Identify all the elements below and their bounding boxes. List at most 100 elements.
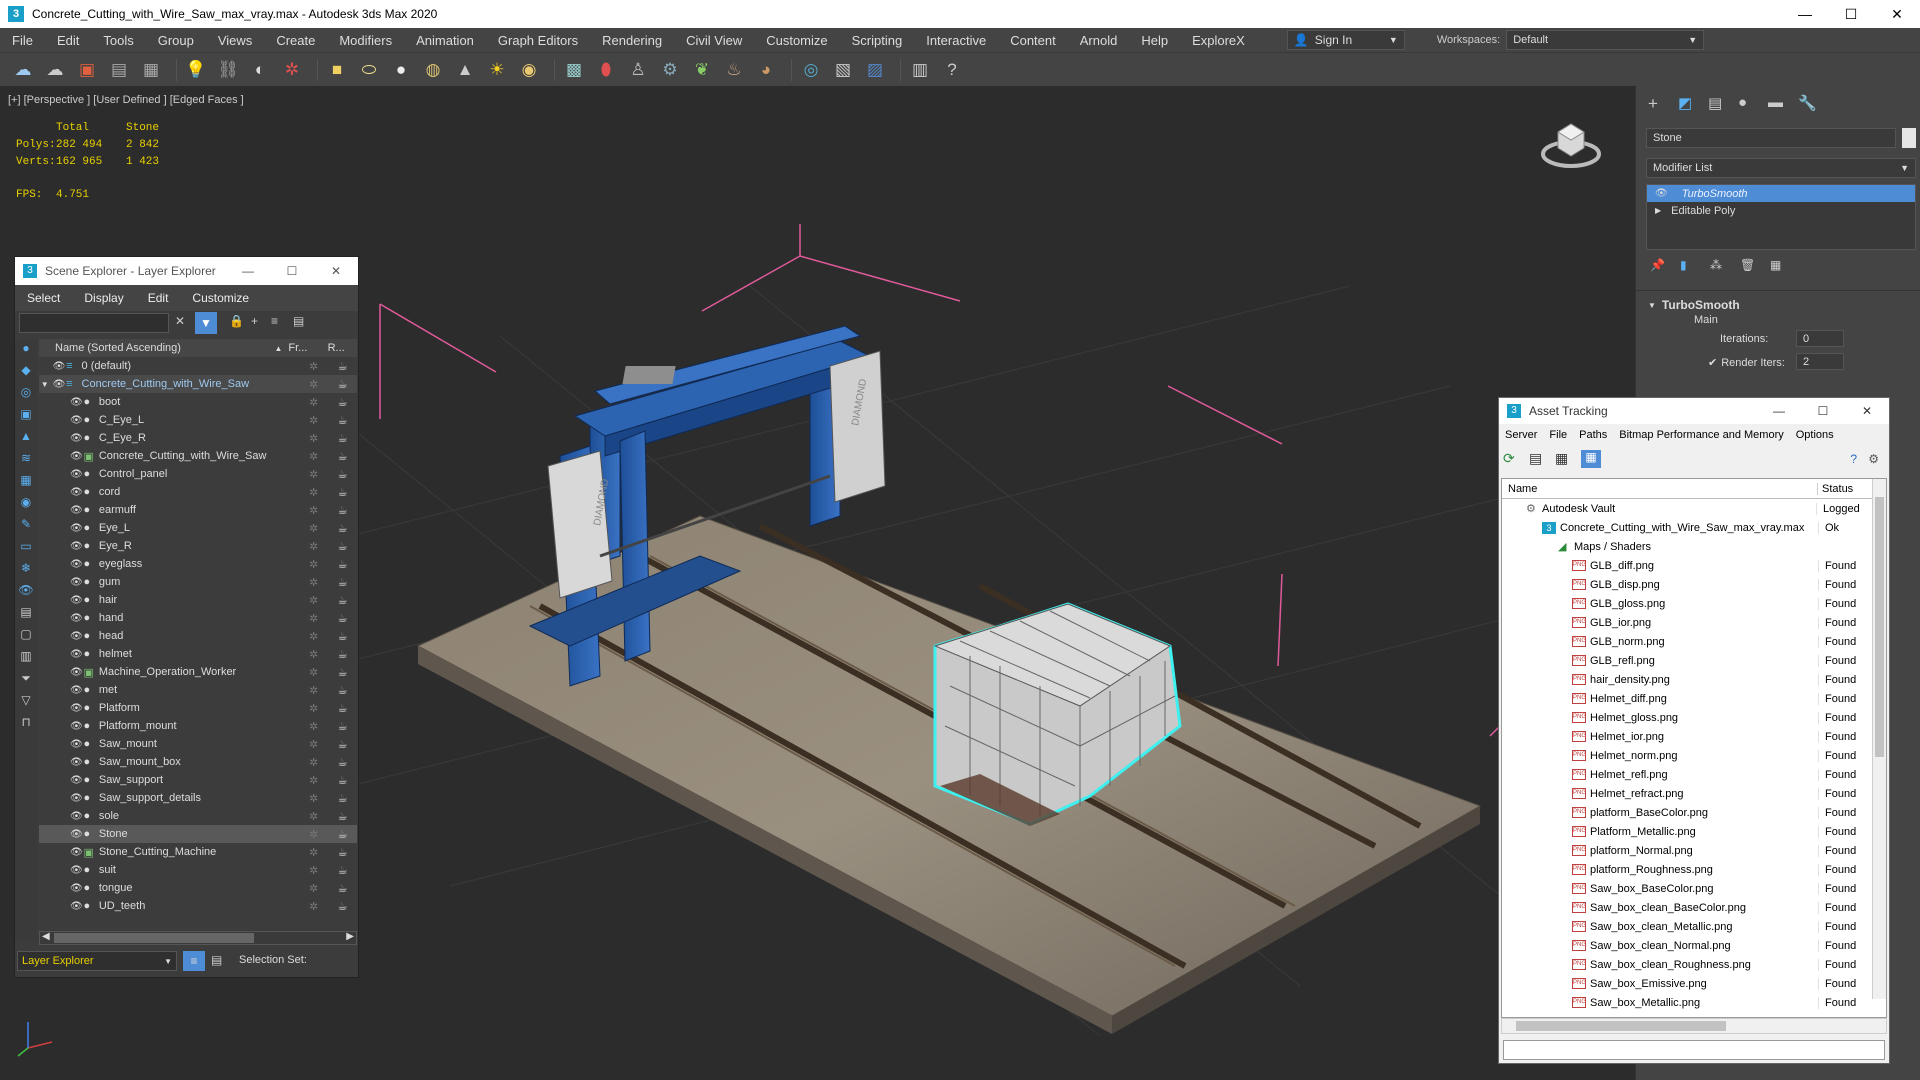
freeze-icon[interactable]: ✲ xyxy=(299,792,328,805)
scene-tree-row[interactable]: 👁 ● tongue ✲ ☕ xyxy=(39,879,357,897)
asset-row[interactable]: PNG GLB_refl.png Found xyxy=(1502,651,1874,670)
scene-h-scrollbar[interactable]: ◀ ▶ xyxy=(39,931,357,945)
close-button[interactable]: ✕ xyxy=(1845,404,1889,418)
eye-icon[interactable]: 👁 xyxy=(70,901,83,912)
menu-interactive[interactable]: Interactive xyxy=(914,33,998,48)
geometry-filter-icon[interactable]: ● xyxy=(15,341,37,363)
sphere-primitive-icon[interactable]: ● xyxy=(388,57,414,83)
minimize-button[interactable]: — xyxy=(1782,6,1828,23)
turbosmooth-rollout-header[interactable]: ▼ TurboSmooth xyxy=(1648,298,1740,312)
bind-space-warp-icon[interactable]: ▦ xyxy=(138,57,164,83)
minimize-button[interactable]: — xyxy=(1757,404,1801,418)
all-filter-icon[interactable]: ▤ xyxy=(15,605,37,627)
asset-row[interactable]: PNG Helmet_refl.png Found xyxy=(1502,765,1874,784)
scene-tree-row[interactable]: 👁 ● Saw_mount_box ✲ ☕ xyxy=(39,753,357,771)
scene-tree-row[interactable]: 👁 ● C_Eye_R ✲ ☕ xyxy=(39,429,357,447)
render-frame-icon[interactable]: ▨ xyxy=(862,57,888,83)
bones-filter-icon[interactable]: ✎ xyxy=(15,517,37,539)
expand-arrow-icon[interactable]: ▼ xyxy=(39,380,53,389)
maximize-button[interactable]: ☐ xyxy=(270,264,314,278)
eye-icon[interactable]: 👁 xyxy=(70,793,83,804)
render-teapot-icon[interactable]: ☕ xyxy=(328,432,357,445)
eye-icon[interactable]: 👁 xyxy=(70,847,83,858)
freeze-icon[interactable]: ✲ xyxy=(299,828,328,841)
scene-tree-row[interactable]: 👁 ● gum ✲ ☕ xyxy=(39,573,357,591)
freeze-icon[interactable]: ✲ xyxy=(299,846,328,859)
asset-row[interactable]: PNG Saw_box_clean_Roughness.png Found xyxy=(1502,955,1874,974)
motion-tab-icon[interactable]: ● xyxy=(1738,94,1768,114)
menu-explorex[interactable]: ExploreX xyxy=(1180,33,1257,48)
asset-row[interactable]: ◢ Maps / Shaders xyxy=(1502,537,1874,556)
eye-icon[interactable]: 👁 xyxy=(70,883,83,894)
render-teapot-icon[interactable]: ☕ xyxy=(328,864,357,877)
configure-sets-icon[interactable]: ▦ xyxy=(1770,258,1800,272)
cone-primitive-icon[interactable]: ▲ xyxy=(452,57,478,83)
freeze-icon[interactable]: ✲ xyxy=(299,486,328,499)
scene-tree-row[interactable]: 👁 ● helmet ✲ ☕ xyxy=(39,645,357,663)
render-teapot-icon[interactable]: ☕ xyxy=(328,738,357,751)
torus-primitive-icon[interactable]: ◍ xyxy=(420,57,446,83)
freeze-icon[interactable]: ✲ xyxy=(299,414,328,427)
scrollbar-thumb[interactable] xyxy=(54,933,254,943)
eye-icon[interactable]: 👁 xyxy=(70,559,83,570)
object-name-field[interactable]: Stone xyxy=(1646,128,1896,148)
asset-row[interactable]: ⚙ Autodesk Vault Logged xyxy=(1502,499,1874,518)
asset-row[interactable]: PNG platform_BaseColor.png Found xyxy=(1502,803,1874,822)
figure-icon[interactable]: ♙ xyxy=(625,57,651,83)
render-teapot-icon[interactable]: ☕ xyxy=(328,396,357,409)
scene-tree-row[interactable]: 👁 ▣ Concrete_Cutting_with_Wire_Saw ✲ ☕ xyxy=(39,447,357,465)
pin-stack-icon[interactable]: 📌 xyxy=(1650,258,1680,272)
scene-explorer-titlebar[interactable]: 3 Scene Explorer - Layer Explorer — ☐ ✕ xyxy=(15,257,358,285)
menu-bitmap-performance[interactable]: Bitmap Performance and Memory xyxy=(1613,429,1789,441)
frame-icon[interactable]: ⊓ xyxy=(15,715,37,737)
asset-row[interactable]: PNG Helmet_norm.png Found xyxy=(1502,746,1874,765)
asset-row[interactable]: PNG Saw_box_clean_Normal.png Found xyxy=(1502,936,1874,955)
asset-row[interactable]: PNG Saw_box_BaseColor.png Found xyxy=(1502,879,1874,898)
render-teapot-icon[interactable]: ☕ xyxy=(328,360,357,373)
scene-tree-row[interactable]: 👁 ● boot ✲ ☕ xyxy=(39,393,357,411)
freeze-icon[interactable]: ✲ xyxy=(299,396,328,409)
eye-icon[interactable]: 👁 xyxy=(70,397,83,408)
freeze-icon[interactable]: ✲ xyxy=(299,468,328,481)
asset-row[interactable]: PNG platform_Normal.png Found xyxy=(1502,841,1874,860)
funnel-icon[interactable]: ⏷ xyxy=(15,671,37,693)
render-teapot-icon[interactable]: ☕ xyxy=(328,846,357,859)
select-link-icon[interactable]: ▣ xyxy=(74,57,100,83)
render-teapot-icon[interactable]: ☕ xyxy=(328,684,357,697)
menu-edit[interactable]: Edit xyxy=(136,291,181,305)
maximize-button[interactable]: ☐ xyxy=(1828,6,1874,23)
asset-h-scrollbar[interactable] xyxy=(1501,1018,1887,1034)
render-teapot-icon[interactable]: ☕ xyxy=(328,648,357,661)
freeze-icon[interactable]: ✲ xyxy=(299,432,328,445)
menu-paths[interactable]: Paths xyxy=(1573,429,1613,441)
render-teapot-icon[interactable]: ☕ xyxy=(328,720,357,733)
scene-tree-row[interactable]: 👁 ▣ Stone_Cutting_Machine ✲ ☕ xyxy=(39,843,357,861)
menu-graph-editors[interactable]: Graph Editors xyxy=(486,33,590,48)
eye-icon[interactable]: 👁 xyxy=(70,469,83,480)
freeze-icon[interactable]: ✲ xyxy=(299,576,328,589)
eye-icon[interactable]: 👁 xyxy=(70,523,83,534)
render-teapot-icon[interactable]: ☕ xyxy=(328,756,357,769)
freeze-icon[interactable]: ✲ xyxy=(299,774,328,787)
explorer-type-dropdown[interactable]: Layer Explorer ▼ xyxy=(17,951,177,971)
eye-icon[interactable]: 👁 xyxy=(70,451,83,462)
make-unique-icon[interactable]: ⁂ xyxy=(1710,258,1740,272)
help-icon[interactable]: ? xyxy=(1850,452,1857,466)
containers-filter-icon[interactable]: ▭ xyxy=(15,539,37,561)
menu-server[interactable]: Server xyxy=(1499,429,1543,441)
show-end-result-icon[interactable]: ▮ xyxy=(1680,258,1710,272)
freeze-icon[interactable]: ✲ xyxy=(299,522,328,535)
frozen-filter-icon[interactable]: ❄ xyxy=(15,561,37,583)
redo-scene-icon[interactable]: ☁ xyxy=(42,57,68,83)
freeze-icon[interactable]: ✲ xyxy=(299,720,328,733)
iterations-spinner[interactable]: 0 xyxy=(1796,330,1844,347)
asset-row[interactable]: 3 Concrete_Cutting_with_Wire_Saw_max_vray… xyxy=(1502,518,1874,537)
eye-icon[interactable]: 👁 xyxy=(1655,188,1668,199)
column-name[interactable]: Name xyxy=(1502,482,1818,495)
eye-icon[interactable]: 👁 xyxy=(70,685,83,696)
scene-tree-row[interactable]: 👁 ● eyeglass ✲ ☕ xyxy=(39,555,357,573)
object-color-swatch[interactable] xyxy=(1902,128,1916,148)
freeze-icon[interactable]: ✲ xyxy=(299,738,328,751)
render-teapot-icon[interactable]: ☕ xyxy=(328,576,357,589)
menu-tools[interactable]: Tools xyxy=(91,33,145,48)
